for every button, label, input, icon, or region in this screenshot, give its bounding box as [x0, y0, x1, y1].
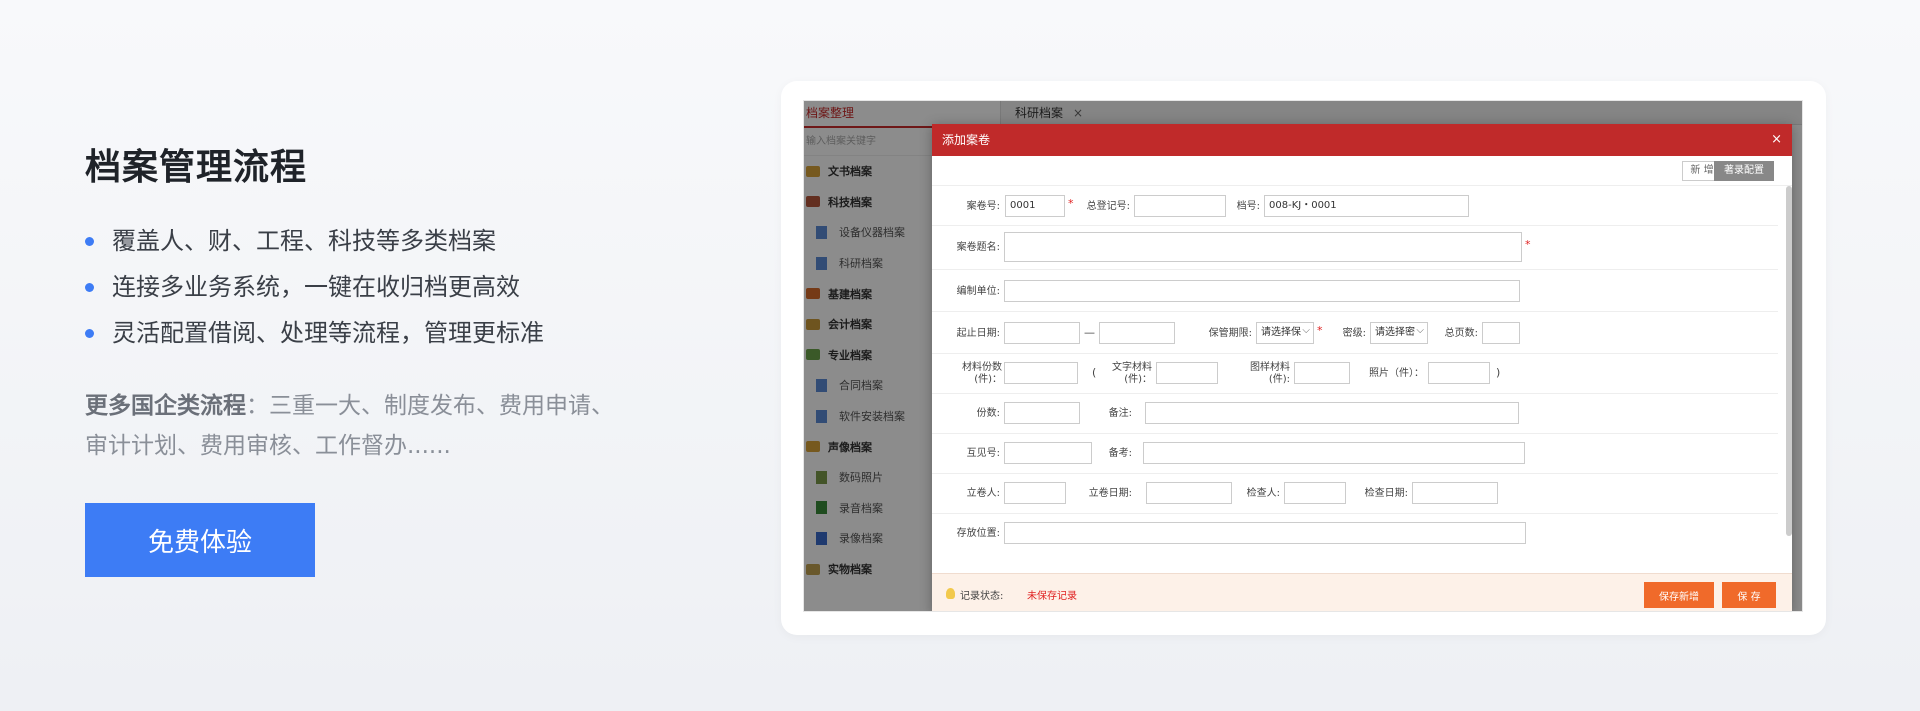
location-label: 存放位置: [956, 528, 1000, 539]
file-no-input[interactable]: 008-KJ・0001 [1264, 195, 1469, 217]
feature-item: 覆盖人、财、工程、科技等多类档案 [85, 218, 645, 264]
more-processes: 更多国企类流程：三重一大、制度发布、费用申请、审计计划、费用审核、工作督办...… [85, 386, 615, 466]
form-row: 立卷人: 立卷日期: 检查人: 检查日期: [932, 474, 1778, 514]
check-date-input[interactable] [1412, 482, 1498, 504]
drawing-material-input[interactable] [1294, 362, 1350, 384]
catalog-config-button[interactable]: 著录配置 [1714, 161, 1774, 181]
form-row: 编制单位: [932, 270, 1778, 312]
compiler-label: 编制单位: [956, 286, 1000, 297]
free-trial-button[interactable]: 免费体验 [85, 503, 315, 577]
lightbulb-icon [946, 588, 955, 599]
total-pages-label: 总页数: [1444, 328, 1478, 339]
record-status-label: 记录状态: [960, 591, 1004, 602]
feature-item: 连接多业务系统，一键在收归档更高效 [85, 264, 645, 310]
form-row: 案卷题名: * [932, 226, 1778, 270]
file-date-label: 立卷日期: [1088, 488, 1132, 499]
bullet-dot-icon [85, 282, 94, 292]
filer-input[interactable] [1004, 482, 1066, 504]
volume-title-label: 案卷题名: [956, 242, 1000, 253]
save-button[interactable]: 保 存 [1722, 582, 1776, 608]
form-row: 存放位置: [932, 514, 1778, 554]
cross-ref-label: 互见号: [966, 448, 1000, 459]
material-copies-input[interactable] [1004, 362, 1078, 384]
text-material-input[interactable] [1156, 362, 1218, 384]
hero-section: 档案管理流程 覆盖人、财、工程、科技等多类档案 连接多业务系统，一键在收归档更高… [85, 138, 645, 577]
volume-no-input[interactable]: 0001 [1005, 195, 1065, 217]
copies-label: 份数: [976, 408, 1000, 419]
feature-list: 覆盖人、财、工程、科技等多类档案 连接多业务系统，一键在收归档更高效 灵活配置借… [85, 218, 645, 356]
remarks-label: 备注: [1108, 408, 1132, 419]
checker-input[interactable] [1284, 482, 1346, 504]
date-separator: — [1084, 326, 1095, 339]
volume-title-textarea[interactable] [1004, 232, 1522, 262]
dialog-toolbar: 新 增 著录配置 [932, 156, 1792, 186]
retention-label: 保管期限: [1208, 328, 1252, 339]
checker-label: 检查人: [1246, 488, 1280, 499]
material-copies-label: 材料份数 (件)： [962, 362, 1002, 385]
file-no-label: 档号: [1236, 201, 1260, 212]
notes-input[interactable] [1143, 442, 1525, 464]
text-material-label: 文字材料 (件)： [1112, 362, 1152, 385]
secrecy-select[interactable]: 请选择密 [1370, 321, 1428, 344]
date-range-label: 起止日期: [956, 328, 1000, 339]
volume-no-label: 案卷号: [966, 201, 1000, 212]
check-date-label: 检查日期: [1364, 488, 1408, 499]
filer-label: 立卷人: [966, 488, 1000, 499]
form-row: 材料份数 (件)： ( 文字材料 (件)： 图样材料 (件): 照片（件）： ) [932, 354, 1778, 394]
secrecy-label: 密级: [1342, 328, 1366, 339]
dialog-title: 添加案卷 [942, 133, 991, 147]
app-screenshot: 档案整理 输入档案关键字 文书档案 科技档案 设备仪器档案 科研档案 基建档案 会计档案专… [803, 100, 1803, 612]
file-date-input[interactable] [1146, 482, 1232, 504]
required-marker: * [1525, 238, 1531, 251]
dialog-header: 添加案卷 × [932, 124, 1792, 156]
more-processes-label: 更多国企类流程 [85, 393, 246, 419]
bullet-dot-icon [85, 236, 94, 246]
location-input[interactable] [1004, 522, 1526, 544]
feature-item: 灵活配置借阅、处理等流程，管理更标准 [85, 310, 645, 356]
photos-label: 照片（件）： [1369, 368, 1424, 379]
compiler-input[interactable] [1004, 280, 1520, 302]
record-status-value: 未保存记录 [1027, 591, 1077, 602]
total-pages-input[interactable] [1482, 322, 1520, 344]
dialog-footer: 记录状态: 未保存记录 保存新增 保 存 [932, 573, 1792, 611]
copies-input[interactable] [1004, 402, 1080, 424]
close-paren: ) [1496, 366, 1501, 379]
bullet-dot-icon [85, 328, 94, 338]
total-reg-no-input[interactable] [1134, 195, 1226, 217]
save-and-new-button[interactable]: 保存新增 [1644, 582, 1714, 608]
retention-select[interactable]: 请选择保 [1256, 321, 1314, 344]
close-icon[interactable]: × [1771, 124, 1782, 156]
form-row: 份数: 备注: [932, 394, 1778, 434]
photos-input[interactable] [1428, 362, 1490, 384]
remarks-input[interactable] [1145, 402, 1519, 424]
form-row: 案卷号: 0001 * 总登记号: 档号: 008-KJ・0001 [932, 186, 1778, 226]
total-reg-no-label: 总登记号: [1086, 201, 1130, 212]
notes-label: 备考: [1108, 448, 1132, 459]
form-row: 起止日期: — 保管期限: 请选择保 * 密级: 请选择密 总页数: [932, 312, 1778, 354]
open-paren: ( [1092, 366, 1097, 379]
cross-ref-input[interactable] [1004, 442, 1092, 464]
hero-title: 档案管理流程 [85, 147, 308, 188]
add-volume-dialog: 添加案卷 × 新 增 著录配置 案卷号: 0001 * 总登记号: 档号: 00… [932, 124, 1792, 611]
end-date-input[interactable] [1099, 322, 1175, 344]
scrollbar[interactable] [1786, 186, 1792, 536]
form-row: 互见号: 备考: [932, 434, 1778, 474]
start-date-input[interactable] [1004, 322, 1080, 344]
drawing-material-label: 图样材料 (件): [1250, 362, 1290, 385]
